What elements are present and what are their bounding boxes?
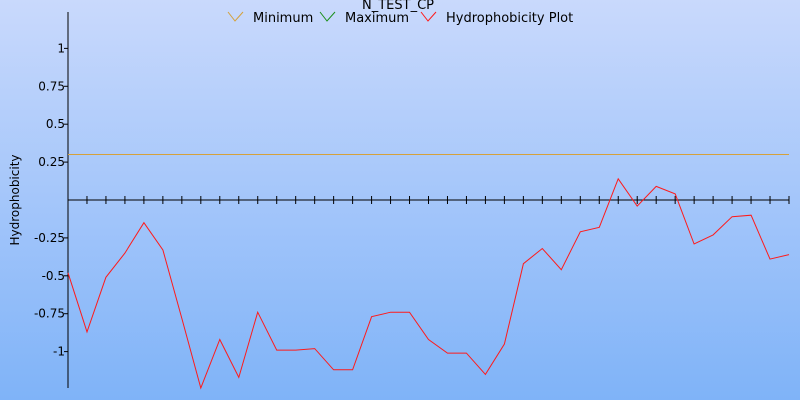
y-tick-label: -0.5 (42, 269, 65, 283)
y-tick-label: -0.25 (34, 231, 65, 245)
y-tick-label: 0.25 (38, 155, 65, 169)
y-tick-label: 1 (57, 41, 65, 55)
y-tick-label: 0.5 (46, 117, 65, 131)
hydrophobicity-chart: N_TEST_CP Minimum Maximum Hydrophobicity P… (0, 0, 800, 400)
y-tick-label: -1 (53, 345, 65, 359)
y-tick-label: -0.75 (34, 307, 65, 321)
legend-label: Minimum (253, 11, 313, 26)
y-axis-label: Hydrophobicity (8, 154, 22, 245)
legend-label: Hydrophobicity Plot (446, 11, 573, 26)
chart-canvas: N_TEST_CP Minimum Maximum Hydrophobicity P… (0, 0, 800, 400)
y-tick-label: 0.75 (38, 79, 65, 93)
legend: Minimum Maximum Hydrophobicity Plot (227, 11, 573, 26)
legend-label: Maximum (345, 11, 409, 26)
